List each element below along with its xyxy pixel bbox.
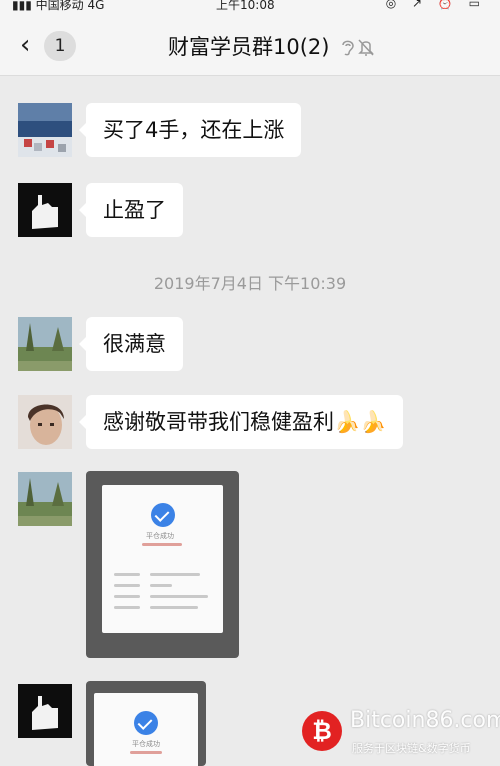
- status-time: 上午10:08: [216, 0, 275, 12]
- message-text: 止盈了: [103, 198, 166, 222]
- watermark-brand: Bitcoin86.com: [350, 708, 500, 733]
- message-text: 买了4手，还在上涨: [103, 118, 285, 142]
- receipt-line: [150, 595, 208, 598]
- status-indicators: ◎ ↗ ⏰ ▭: [385, 0, 486, 10]
- ear-icon: [342, 40, 354, 56]
- header-status-icons: [340, 37, 380, 57]
- unread-count-badge[interactable]: 1: [44, 31, 76, 61]
- success-check-icon: [151, 503, 175, 527]
- chat-header: ‹ 1 财富学员群10(2): [0, 14, 500, 76]
- site-watermark: ₿ Bitcoin86.com 服务于区块链&数字货币: [302, 706, 500, 762]
- message-timestamp: 2019年7月4日 下午10:39: [153, 274, 347, 293]
- sender-avatar[interactable]: [18, 183, 72, 237]
- receipt-caption: 平仓成功: [146, 532, 174, 540]
- message-bubble[interactable]: 很满意: [79, 317, 183, 371]
- receipt-line: [114, 595, 140, 598]
- trade-receipt-card: 平仓成功: [102, 485, 223, 633]
- message-text: 很满意: [103, 332, 166, 356]
- message-bubble[interactable]: 买了4手，还在上涨: [78, 103, 302, 157]
- message-bubble[interactable]: 感谢敬哥带我们稳健盈利🍌🍌: [78, 395, 404, 449]
- receipt-line: [114, 573, 140, 576]
- receipt-amount: [130, 751, 162, 754]
- success-check-icon: [134, 711, 158, 735]
- message-bubble[interactable]: 止盈了: [79, 183, 183, 237]
- bitcoin-logo-icon: ₿: [302, 711, 342, 751]
- sender-avatar[interactable]: [18, 684, 72, 738]
- mute-bell-icon: [358, 39, 374, 56]
- image-message[interactable]: 平仓成功: [86, 471, 239, 658]
- sender-avatar[interactable]: [18, 395, 72, 449]
- sender-avatar[interactable]: [18, 317, 72, 371]
- receipt-caption: 平仓成功: [132, 740, 160, 748]
- message-text: 感谢敬哥带我们稳健盈利: [103, 410, 334, 434]
- receipt-amount: [142, 543, 182, 546]
- image-message[interactable]: 平仓成功: [86, 681, 206, 766]
- signal-icon: ▮▮▮: [12, 0, 32, 12]
- receipt-line: [150, 584, 172, 587]
- chevron-left-icon[interactable]: ‹: [20, 30, 30, 60]
- receipt-line: [150, 573, 200, 576]
- message-list[interactable]: 买了4手，还在上涨 止盈了 2019年7月4日 下午10:39 很满意 感谢敬哥…: [0, 77, 500, 766]
- carrier-label: ▮▮▮ 中国移动 4G: [12, 0, 105, 12]
- trade-receipt-card: 平仓成功: [94, 693, 198, 766]
- receipt-line: [114, 584, 140, 587]
- sender-avatar[interactable]: [18, 472, 72, 526]
- receipt-line: [114, 606, 140, 609]
- status-bar: ▮▮▮ 中国移动 4G 上午10:08 ◎ ↗ ⏰ ▭: [0, 0, 500, 14]
- watermark-tagline: 服务于区块链&数字货币: [352, 742, 471, 755]
- chat-title[interactable]: 财富学员群10(2): [168, 32, 329, 62]
- sender-avatar[interactable]: [18, 103, 72, 157]
- receipt-line: [150, 606, 198, 609]
- banana-emoji: 🍌🍌: [334, 410, 387, 434]
